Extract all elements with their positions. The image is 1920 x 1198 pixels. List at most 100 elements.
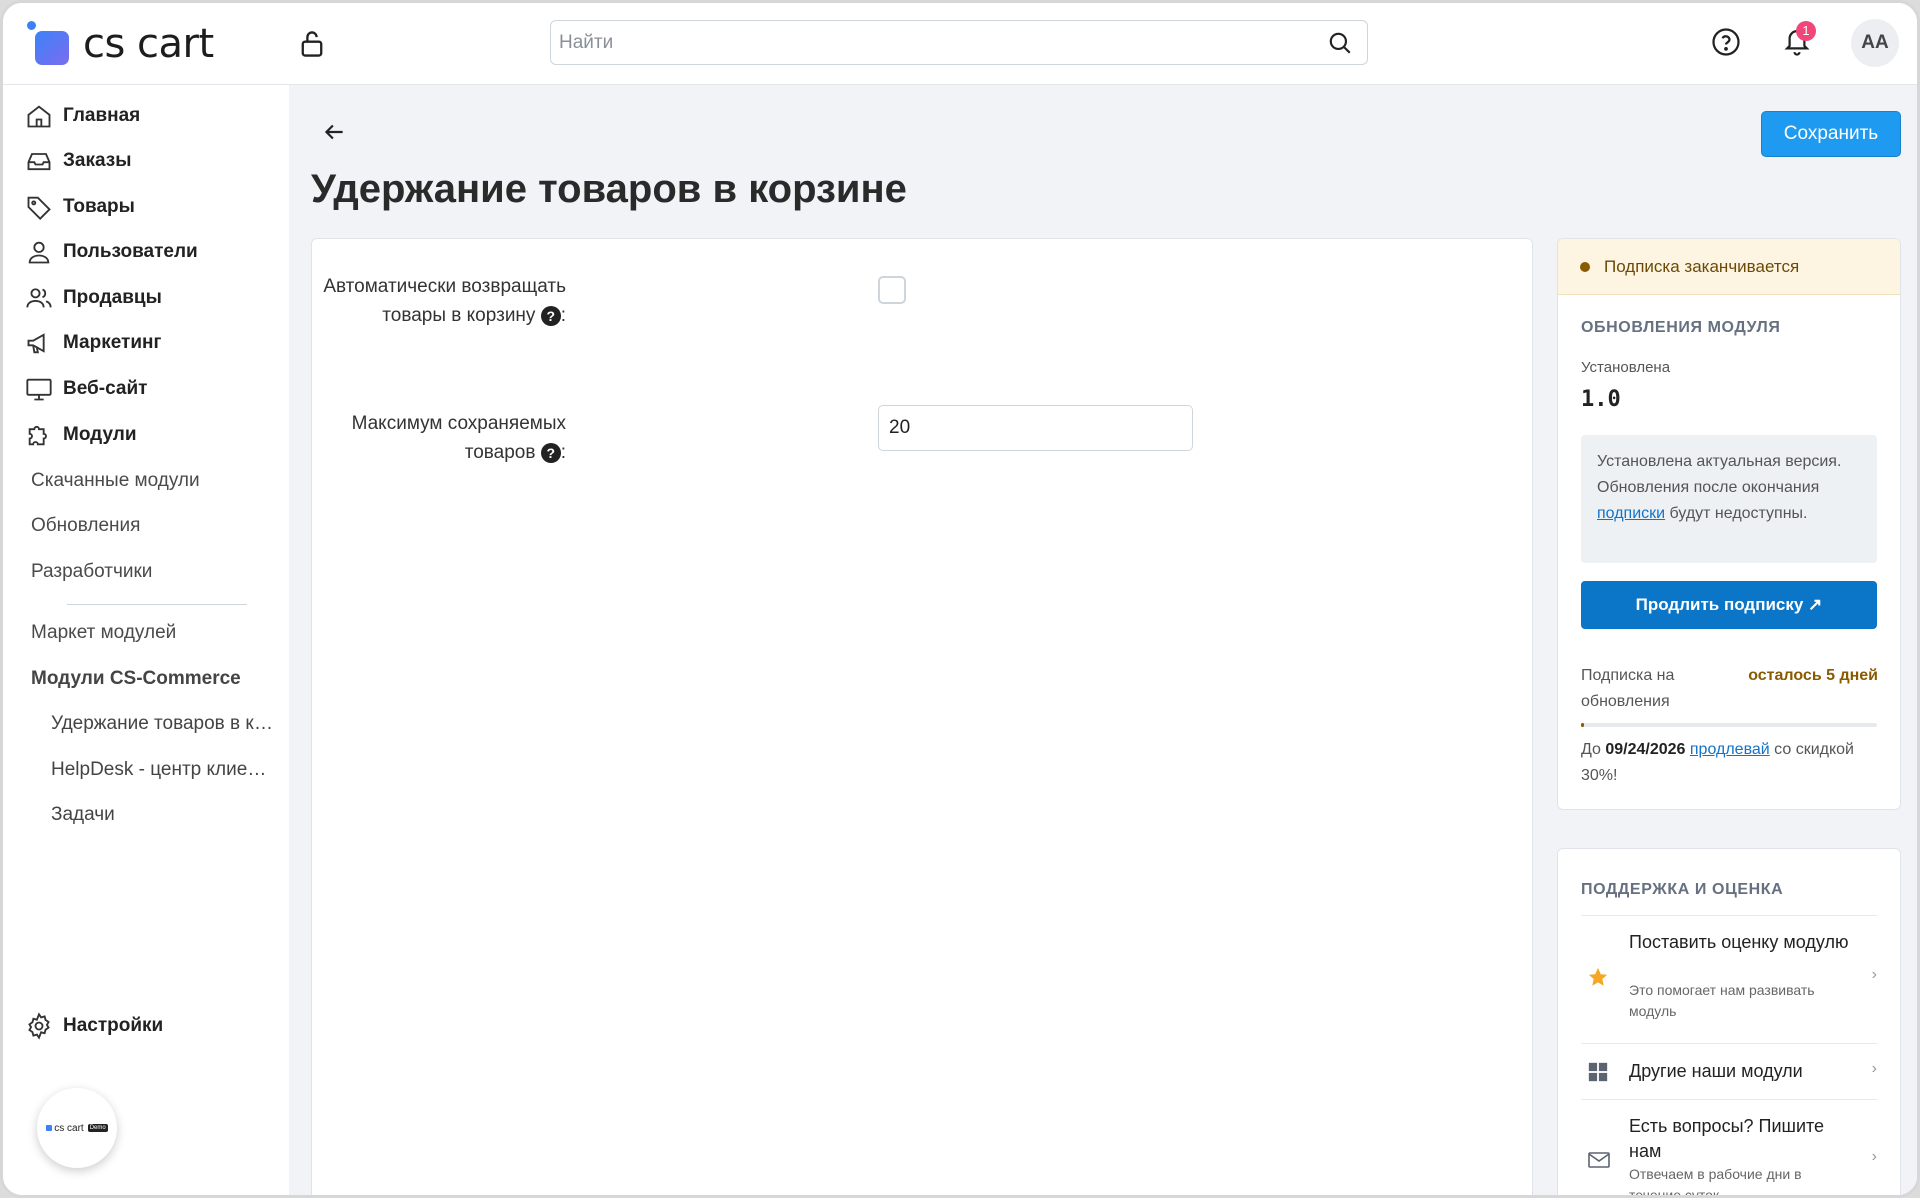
subscription-warning: Подписка заканчивается	[1558, 239, 1900, 295]
auto-return-checkbox[interactable]	[878, 276, 906, 304]
user-icon	[28, 241, 50, 264]
subscription-progress	[1581, 723, 1877, 727]
sidebar-sub-developers[interactable]: Разработчики	[31, 561, 152, 583]
subscription-updates-label: Подписка на обновления	[1581, 667, 1675, 710]
sidebar-item-website[interactable]: Веб-сайт	[25, 372, 147, 406]
puzzle-icon	[28, 425, 47, 446]
logo-text: cs cart	[83, 21, 214, 67]
megaphone-icon	[27, 333, 45, 354]
sidebar-sub-updates[interactable]: Обновления	[31, 515, 140, 537]
search-icon[interactable]	[1327, 30, 1353, 61]
auto-return-label: Автоматически возвращать товары в корзин…	[306, 272, 566, 330]
help-icon[interactable]	[1711, 27, 1741, 62]
mail-icon	[1587, 1148, 1611, 1177]
support-heading: ПОДДЕРЖКА И ОЦЕНКА	[1581, 881, 1784, 898]
tag-icon	[27, 196, 51, 220]
sidebar-group-cs-commerce[interactable]: Модули CS-Commerce	[31, 668, 241, 690]
warning-dot-icon	[1580, 261, 1590, 272]
sidebar-item-label: Главная	[63, 105, 141, 126]
sidebar-item-settings[interactable]: Настройки	[25, 1009, 163, 1043]
sidebar-divider	[67, 604, 247, 605]
support-item-title: Есть вопросы? Пишите нам	[1629, 1116, 1825, 1161]
sidebar-item-vendors[interactable]: Продавцы	[25, 281, 162, 315]
max-items-label: Максимум сохраняемых товаров ?:	[326, 409, 566, 467]
search-box	[550, 20, 1368, 65]
sidebar-module-cart-retention[interactable]: Удержание товаров в корзине	[51, 713, 276, 735]
auto-return-label-text: Автоматически возвращать товары в корзин…	[323, 276, 566, 326]
label-colon: :	[560, 305, 566, 326]
module-updates-heading: ОБНОВЛЕНИЯ МОДУЛЯ	[1581, 319, 1781, 336]
sidebar-item-label: Маркетинг	[63, 332, 162, 353]
main-content: Сохранить Удержание товаров в корзине Ав…	[289, 85, 1917, 1198]
sidebar-item-label: Модули	[63, 424, 137, 445]
monitor-icon	[26, 378, 52, 401]
until-date: 09/24/2026	[1605, 741, 1686, 758]
sidebar-module-tasks[interactable]: Задачи	[51, 804, 276, 826]
sidebar-item-products[interactable]: Товары	[25, 190, 135, 224]
sidebar-item-modules[interactable]: Модули	[25, 418, 137, 452]
rate-module-row[interactable]: Поставить оценку модулю Это помогает нам…	[1581, 915, 1877, 1043]
sidebar-item-users[interactable]: Пользователи	[25, 235, 198, 269]
renewal-offer: До 09/24/2026 продлевай со скидкой 30%!	[1581, 737, 1877, 789]
update-info-box: Установлена актуальная версия. Обновлени…	[1581, 435, 1877, 563]
logo-mark-icon	[25, 21, 71, 67]
sidebar: Главная Заказы Товары Пользователи Прода…	[3, 85, 289, 1195]
max-items-input[interactable]	[878, 405, 1193, 451]
subscription-warning-text: Подписка заканчивается	[1604, 256, 1800, 276]
lock-icon[interactable]	[298, 29, 326, 64]
support-item-subtitle: Это помогает нам развивать модуль	[1629, 982, 1815, 1019]
chevron-right-icon: ›	[1871, 1148, 1877, 1165]
subscription-link[interactable]: подписки	[1597, 505, 1665, 522]
sidebar-sub-market[interactable]: Маркет модулей	[31, 622, 176, 644]
subscription-progress-fill	[1581, 723, 1584, 727]
page-title: Удержание товаров в корзине	[311, 167, 907, 211]
until-prefix: До	[1581, 741, 1606, 758]
avatar[interactable]: AA	[1851, 19, 1899, 67]
back-arrow-icon[interactable]	[321, 119, 347, 150]
app-window: cs cart 1 AA Главная Заказы	[0, 0, 1920, 1198]
settings-form: Автоматически возвращать товары в корзин…	[311, 238, 1533, 1195]
support-item-title: Другие наши модули	[1629, 1061, 1803, 1081]
help-tooltip-icon[interactable]: ?	[540, 305, 561, 326]
support-item-subtitle: Отвечаем в рабочие дни в течение суток	[1629, 1166, 1802, 1198]
subscription-panel: Подписка заканчивается ОБНОВЛЕНИЯ МОДУЛЯ…	[1557, 238, 1901, 810]
sidebar-item-home[interactable]: Главная	[25, 99, 140, 133]
demo-logo-text: cs cart	[54, 1122, 84, 1134]
days-left: осталось 5 дней	[1748, 667, 1878, 684]
sidebar-item-orders[interactable]: Заказы	[25, 144, 131, 178]
notification-badge: 1	[1796, 21, 1816, 41]
users-icon	[26, 288, 52, 308]
chevron-right-icon: ›	[1871, 966, 1877, 983]
sidebar-item-label: Пользователи	[63, 241, 198, 262]
max-items-label-text: Максимум сохраняемых товаров	[351, 413, 566, 463]
sidebar-module-helpdesk[interactable]: HelpDesk - центр клиентской поддержки	[51, 759, 276, 781]
sidebar-item-label: Настройки	[63, 1015, 164, 1036]
help-tooltip-icon[interactable]: ?	[540, 442, 561, 463]
home-icon	[27, 105, 51, 128]
label-colon: :	[560, 442, 566, 463]
installed-version: 1.0	[1581, 387, 1621, 412]
notifications-bell-icon[interactable]: 1	[1782, 21, 1816, 62]
top-bar: cs cart 1 AA	[3, 3, 1917, 85]
search-input[interactable]	[551, 21, 1291, 64]
inbox-icon	[27, 153, 51, 171]
renew-link[interactable]: продлевай	[1690, 741, 1770, 758]
info-text-before: Установлена актуальная версия. Обновлени…	[1597, 453, 1842, 496]
sidebar-sub-downloaded[interactable]: Скачанные модули	[31, 470, 200, 492]
sidebar-item-label: Продавцы	[63, 287, 162, 308]
demo-logo-icon	[46, 1125, 53, 1131]
demo-tag: Demo	[87, 1124, 108, 1132]
demo-badge[interactable]: cs cart Demo	[37, 1088, 117, 1168]
support-panel: ПОДДЕРЖКА И ОЦЕНКА Поставить оценку моду…	[1557, 848, 1901, 1198]
sidebar-item-label: Товары	[63, 196, 135, 217]
other-modules-row[interactable]: Другие наши модули ›	[1581, 1043, 1877, 1099]
info-text-after: будут недоступны.	[1665, 505, 1808, 522]
support-item-title: Поставить оценку модулю	[1629, 932, 1849, 952]
star-icon	[1587, 966, 1609, 993]
renew-subscription-button[interactable]: Продлить подписку ↗	[1581, 581, 1877, 629]
sidebar-item-label: Заказы	[63, 150, 132, 171]
save-button[interactable]: Сохранить	[1761, 111, 1901, 157]
contact-row[interactable]: Есть вопросы? Пишите нам Отвечаем в рабо…	[1581, 1099, 1877, 1198]
logo[interactable]: cs cart	[25, 21, 214, 67]
sidebar-item-marketing[interactable]: Маркетинг	[25, 326, 161, 360]
